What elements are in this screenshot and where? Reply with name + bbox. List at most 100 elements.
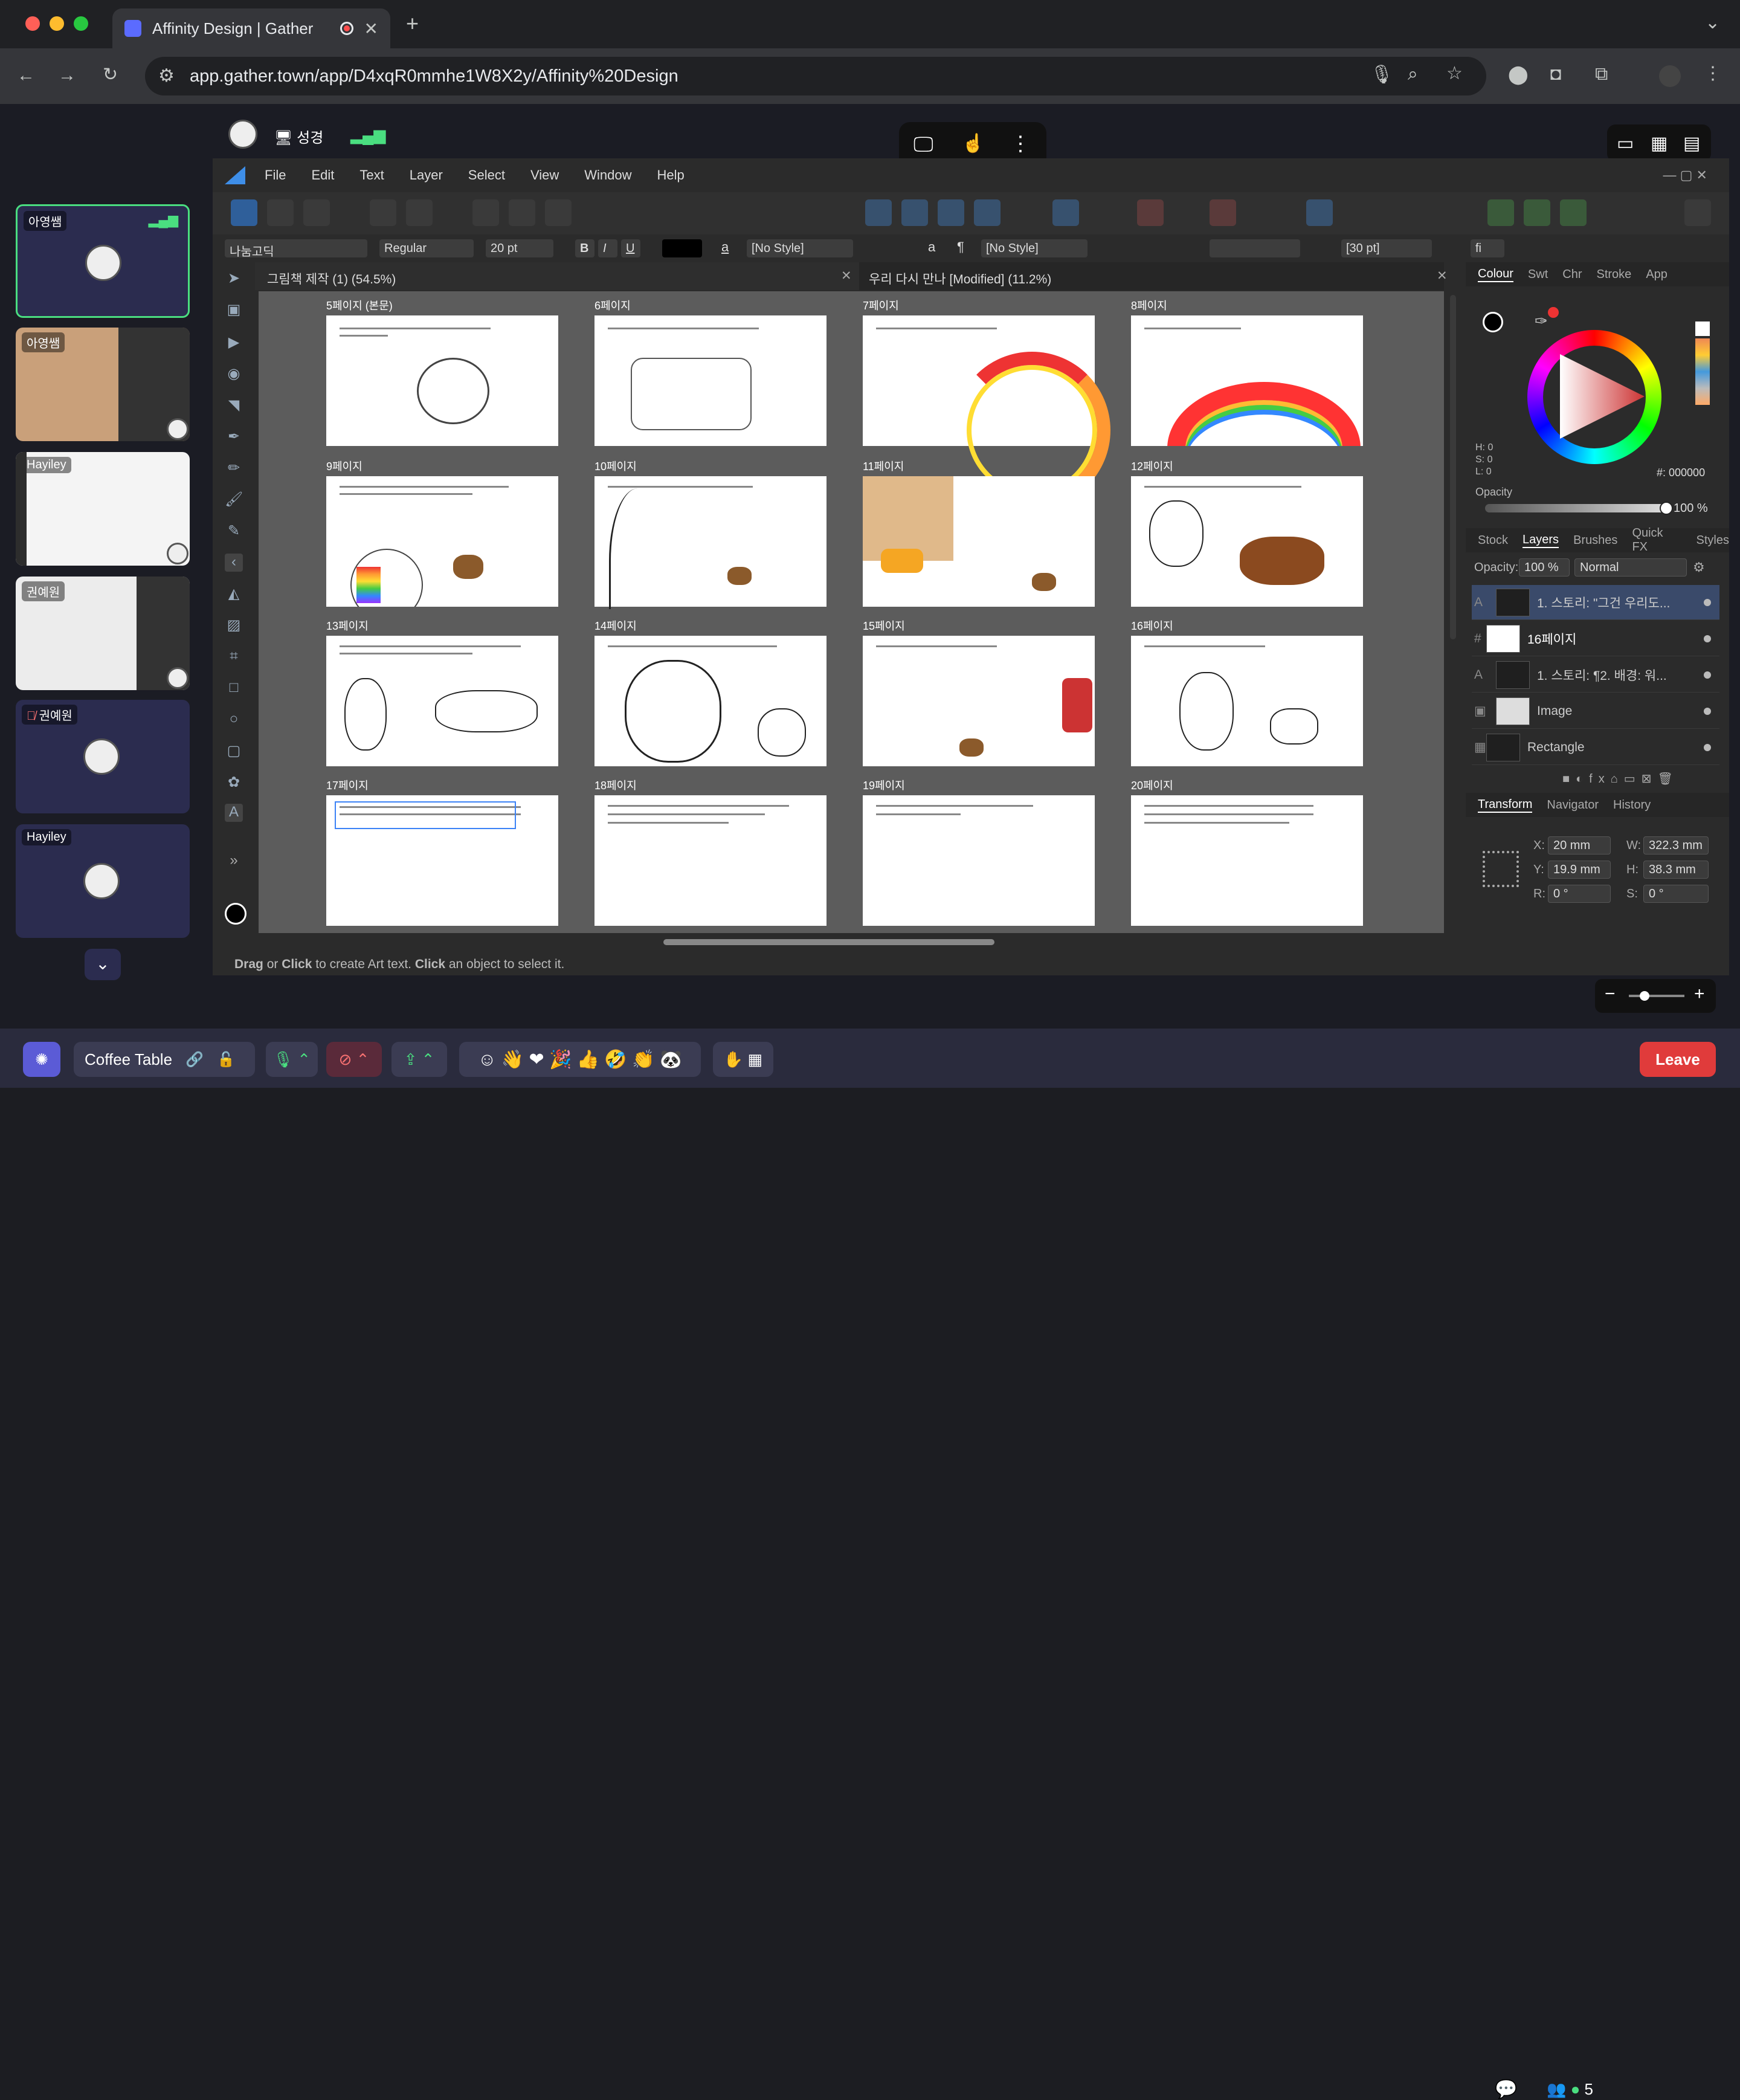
contour-tool-icon[interactable]: ◉ [225, 365, 243, 383]
page-thumbnail[interactable] [1131, 636, 1363, 766]
menu-view[interactable]: View [530, 167, 559, 183]
fill-tool-icon[interactable]: ◭ [225, 585, 243, 603]
text-selection-box[interactable] [335, 801, 516, 829]
font-style-select[interactable]: Regular [379, 239, 474, 257]
x-field[interactable]: 20 mm [1548, 836, 1611, 855]
fill-stroke-swatch[interactable] [225, 903, 246, 925]
selection-box-icon[interactable] [509, 199, 535, 226]
artboard-tool-icon[interactable]: ▣ [225, 301, 243, 319]
window-controls[interactable]: — ▢ ✕ [1663, 167, 1707, 183]
participant-tile[interactable]: 권예원 [16, 577, 190, 690]
designer-persona-icon[interactable] [231, 199, 257, 226]
crop-tool-icon[interactable]: ⌗ [225, 648, 243, 666]
ligature-button[interactable]: fi [1471, 239, 1504, 257]
shear-field[interactable]: 0 ° [1643, 885, 1709, 903]
place-image-tool-icon[interactable]: ▨ [225, 616, 243, 635]
insert-behind-icon[interactable] [1524, 199, 1550, 226]
flip-horizontal-icon[interactable] [865, 199, 892, 226]
room-badge[interactable]: Coffee Table 🔗 🔓 [74, 1042, 255, 1077]
text-tool-icon[interactable]: A [225, 804, 243, 822]
chat-icon[interactable]: 💬 [1495, 2079, 1517, 2100]
crop-icon[interactable] [1137, 199, 1164, 226]
menu-file[interactable]: File [265, 167, 286, 183]
arrange-back-icon[interactable] [974, 199, 1000, 226]
fill-color-swatch[interactable] [1483, 312, 1503, 332]
tab-stock[interactable]: Stock [1478, 534, 1508, 548]
microphone-toggle-icon[interactable]: 🎙 ⌃ [266, 1042, 318, 1077]
assistant-icon[interactable] [406, 199, 433, 226]
extension-icon[interactable]: ⬤ [1508, 64, 1529, 85]
pen-tool-icon[interactable]: ✒ [225, 428, 243, 446]
participants-button[interactable]: 👥 ● 5 [1547, 2080, 1593, 2099]
address-bar[interactable]: app.gather.town/app/D4xqR0mmhe1W8X2y/Aff… [145, 57, 1486, 95]
visibility-toggle[interactable] [1704, 598, 1711, 606]
leading-select[interactable]: [30 pt] [1341, 239, 1432, 257]
extensions-puzzle-icon[interactable]: ⧉ [1595, 64, 1608, 85]
page-thumbnail[interactable] [863, 636, 1095, 766]
brush-tool-icon[interactable]: ✎ [225, 522, 243, 540]
recent-swatches[interactable] [1695, 338, 1710, 405]
leave-button[interactable]: Leave [1640, 1042, 1716, 1077]
more-options-icon[interactable]: ⋮ [1010, 132, 1031, 156]
screen-share-toggle-icon[interactable]: ⇪ ⌃ [392, 1042, 447, 1077]
node-tool-icon[interactable]: ▶ [225, 334, 243, 352]
color-picker-icon[interactable]: ✑ [1535, 312, 1548, 331]
lock-icon[interactable]: 🔓 [217, 1051, 235, 1068]
zoom-slider-knob[interactable] [1640, 991, 1649, 1001]
transform-origin-icon[interactable] [472, 199, 499, 226]
tab-character[interactable]: Chr [1562, 268, 1582, 282]
y-field[interactable]: 19.9 mm [1548, 861, 1611, 879]
tab-brushes[interactable]: Brushes [1573, 534, 1617, 548]
back-icon[interactable]: ← [17, 65, 35, 86]
menu-window[interactable]: Window [584, 167, 631, 183]
page-thumbnail[interactable] [1131, 315, 1363, 446]
visibility-toggle[interactable] [1704, 671, 1711, 679]
menu-text[interactable]: Text [359, 167, 384, 183]
participant-tile[interactable]: 🎙̸ 권예원 [16, 700, 190, 813]
collapse-arrow-icon[interactable]: ‹ [225, 554, 243, 572]
camera-extension-icon[interactable]: ◘ [1550, 64, 1561, 85]
snap-bounds-icon[interactable] [545, 199, 572, 226]
align-icon[interactable] [1052, 199, 1079, 226]
rectangle-tool-icon[interactable]: □ [225, 679, 243, 697]
color-icon[interactable] [1560, 199, 1587, 226]
zoom-out-icon[interactable]: − [1605, 984, 1616, 1004]
document-tab-2[interactable]: 우리 다시 만나 [Modified] (11.2%) [869, 270, 1051, 288]
tab-swatches[interactable]: Swt [1528, 268, 1548, 282]
tab-appearance[interactable]: App [1646, 268, 1668, 282]
corner-tool-icon[interactable]: ◥ [225, 396, 243, 415]
vertical-scrollbar[interactable] [1450, 295, 1456, 639]
scroll-down-chevron-icon[interactable]: ⌄ [85, 949, 121, 980]
page-thumbnail[interactable] [594, 315, 826, 446]
close-tab-icon[interactable]: ✕ [1437, 268, 1448, 283]
layer-row[interactable]: A 1. 스토리: "그건 우리도... [1472, 585, 1719, 620]
layer-row[interactable]: #16페이지 [1472, 621, 1719, 656]
raise-hand-and-apps-icons[interactable]: ✋ ▦ [713, 1042, 773, 1077]
tab-layers[interactable]: Layers [1522, 533, 1559, 548]
vector-brush-tool-icon[interactable]: 🖌 [225, 491, 243, 509]
text-color-swatch[interactable] [662, 239, 702, 257]
bookmark-star-icon[interactable]: ☆ [1446, 63, 1463, 84]
zoom-slider[interactable] [1629, 995, 1684, 997]
font-size-select[interactable]: 20 pt [486, 239, 553, 257]
window-minimize-button[interactable] [50, 16, 64, 31]
layer-row[interactable]: A 1. 스토리: ¶2. 배경: 워... [1472, 657, 1719, 693]
horizontal-scrollbar[interactable] [663, 939, 994, 945]
page-thumbnail[interactable] [326, 795, 558, 926]
page-thumbnail[interactable] [326, 636, 558, 766]
document-canvas[interactable]: 5페이지 (본문) 6페이지 7페이지 8페이지 9페이지 10페이지 11페이… [259, 291, 1444, 933]
participant-tile[interactable]: Hayiley [16, 452, 190, 566]
account-icon[interactable] [1684, 199, 1711, 226]
layer-actions-icons[interactable]: ■◐fx⌂▭⊠🗑 [1562, 771, 1679, 786]
reload-icon[interactable]: ↻ [103, 64, 118, 85]
underline-button[interactable]: U [621, 239, 640, 257]
microphone-icon[interactable]: 🎙 [1370, 64, 1393, 85]
link-icon[interactable]: 🔗 [185, 1051, 204, 1068]
visibility-toggle[interactable] [1704, 635, 1711, 642]
visibility-toggle[interactable] [1704, 707, 1711, 715]
tab-stroke[interactable]: Stroke [1597, 268, 1632, 282]
zoom-icon[interactable]: ⌕ [1408, 64, 1418, 85]
character-style-select[interactable]: [No Style] [747, 239, 853, 257]
export-persona-icon[interactable] [303, 199, 330, 226]
menu-edit[interactable]: Edit [311, 167, 334, 183]
